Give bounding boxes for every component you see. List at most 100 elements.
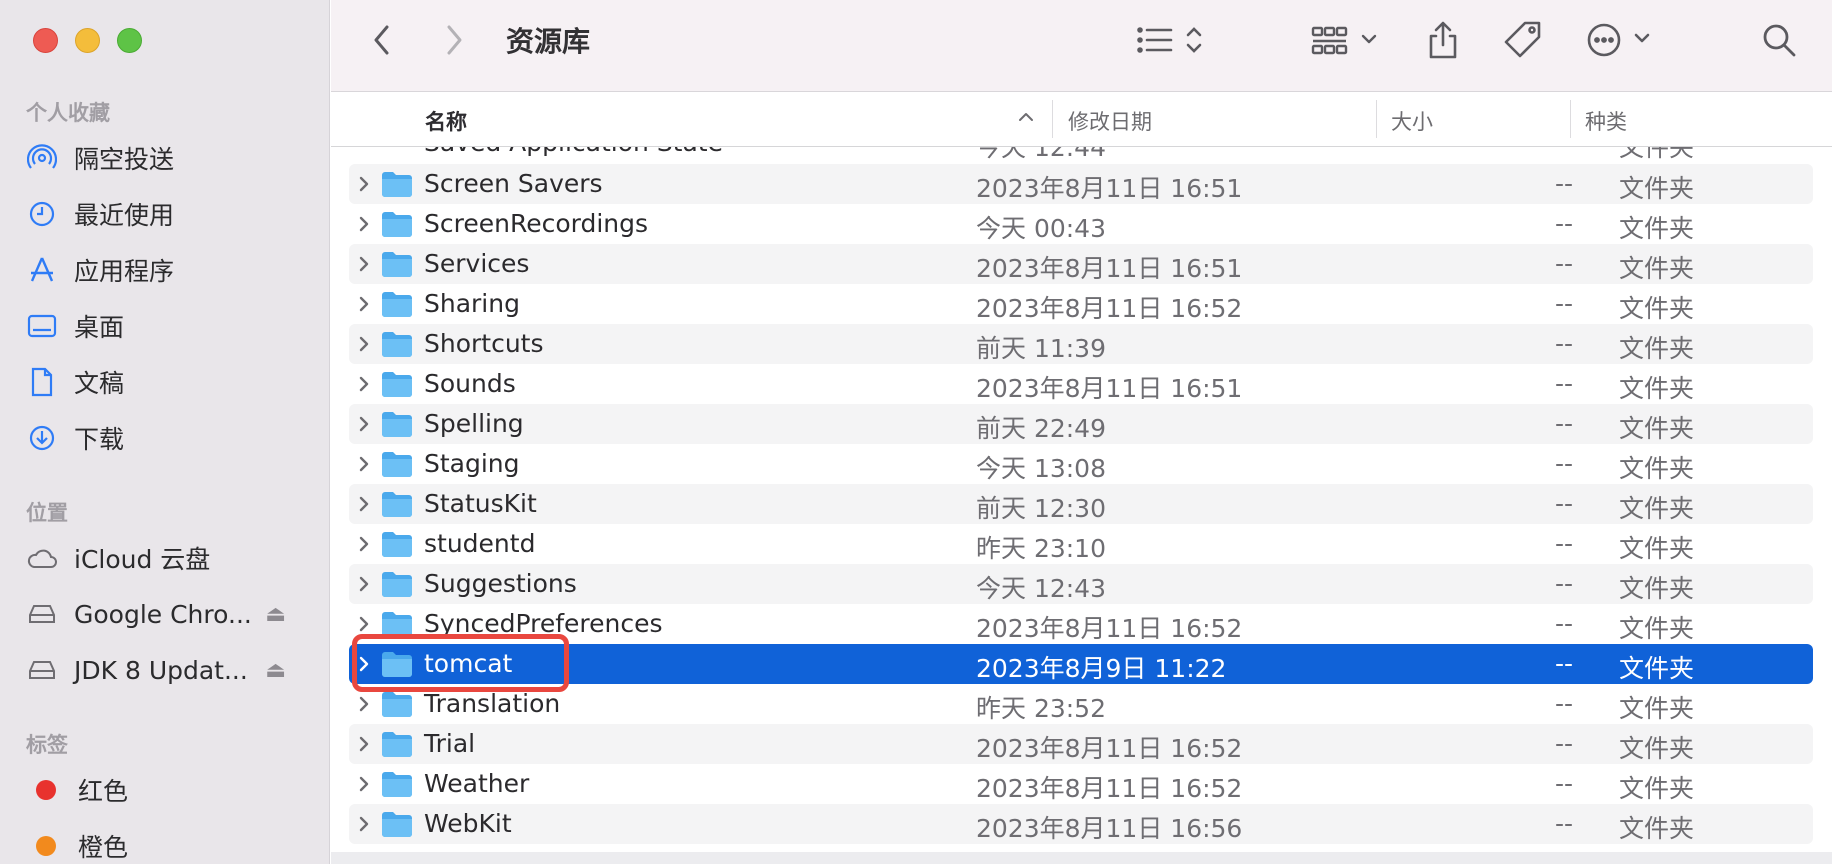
column-header-name[interactable]: 名称 bbox=[425, 106, 467, 136]
sidebar-item-documents[interactable]: 文稿 bbox=[26, 358, 316, 406]
sidebar-item-label: 隔空投送 bbox=[74, 145, 175, 174]
table-row[interactable]: Staging 今天 13:08 -- 文件夹 bbox=[349, 444, 1813, 484]
table-row[interactable]: Shortcuts 前天 11:39 -- 文件夹 bbox=[349, 324, 1813, 364]
column-header-modified[interactable]: 修改日期 bbox=[1068, 106, 1152, 136]
file-kind: 文件夹 bbox=[1619, 174, 1695, 203]
more-actions-button[interactable] bbox=[1586, 18, 1658, 62]
disclosure-chevron-icon[interactable] bbox=[357, 290, 375, 318]
disclosure-chevron-icon[interactable] bbox=[357, 210, 375, 238]
share-button[interactable] bbox=[1426, 18, 1460, 62]
column-divider[interactable] bbox=[1570, 100, 1571, 138]
disclosure-chevron-icon[interactable] bbox=[357, 450, 375, 478]
file-name: SyncedPreferences bbox=[424, 609, 663, 638]
table-row[interactable]: Sounds 2023年8月11日 16:51 -- 文件夹 bbox=[349, 364, 1813, 404]
search-button[interactable] bbox=[1761, 18, 1797, 62]
file-kind: 文件夹 bbox=[1619, 334, 1695, 363]
table-row[interactable]: Saved Application State 今天 12:44 文件夹 bbox=[349, 147, 1813, 163]
file-name: Translation bbox=[424, 689, 561, 718]
clock-icon bbox=[26, 198, 58, 230]
file-kind: 文件夹 bbox=[1619, 214, 1695, 243]
file-size: -- bbox=[1555, 809, 1574, 838]
table-row[interactable]: WebKit 2023年8月11日 16:56 -- 文件夹 bbox=[349, 804, 1813, 844]
folder-icon bbox=[381, 410, 413, 444]
table-row[interactable]: ScreenRecordings 今天 00:43 -- 文件夹 bbox=[349, 204, 1813, 244]
sidebar-item-tag-red[interactable]: 红色 bbox=[26, 766, 316, 814]
finder-window: 个人收藏 隔空投送 最近使用 应用程序 桌面 文稿 下载 位置 iCloud 云… bbox=[0, 0, 1832, 864]
file-date: 前天 12:30 bbox=[976, 494, 1106, 523]
sidebar-item-google-chrome-volume[interactable]: Google Chro... ⏏ bbox=[26, 590, 316, 638]
sidebar-item-downloads[interactable]: 下载 bbox=[26, 414, 316, 462]
disclosure-chevron-icon[interactable] bbox=[357, 770, 375, 798]
table-row[interactable]: Translation 昨天 23:52 -- 文件夹 bbox=[349, 684, 1813, 724]
sidebar-item-label: 文稿 bbox=[74, 369, 125, 398]
table-row[interactable]: Trial 2023年8月11日 16:52 -- 文件夹 bbox=[349, 724, 1813, 764]
group-by-button[interactable] bbox=[1311, 18, 1385, 62]
column-header-size[interactable]: 大小 bbox=[1391, 106, 1433, 136]
table-row[interactable]: Screen Savers 2023年8月11日 16:51 -- 文件夹 bbox=[349, 164, 1813, 204]
search-icon bbox=[1763, 24, 1796, 57]
sort-ascending-icon[interactable] bbox=[1017, 104, 1035, 133]
table-row[interactable]: Spelling 前天 22:49 -- 文件夹 bbox=[349, 404, 1813, 444]
table-row[interactable]: tomcat 2023年8月9日 11:22 -- 文件夹 bbox=[349, 644, 1813, 684]
table-row[interactable]: Suggestions 今天 12:43 -- 文件夹 bbox=[349, 564, 1813, 604]
folder-icon bbox=[381, 810, 413, 844]
disclosure-chevron-icon[interactable] bbox=[357, 410, 375, 438]
folder-icon bbox=[381, 210, 413, 244]
column-divider[interactable] bbox=[1376, 100, 1377, 138]
tag-button[interactable] bbox=[1503, 18, 1543, 62]
sidebar-item-label: 桌面 bbox=[74, 313, 125, 342]
eject-icon[interactable]: ⏏ bbox=[265, 602, 286, 627]
applications-icon bbox=[26, 254, 58, 286]
file-date: 昨天 23:10 bbox=[976, 534, 1106, 563]
sidebar-item-airdrop[interactable]: 隔空投送 bbox=[26, 134, 316, 182]
file-name: ScreenRecordings bbox=[424, 209, 649, 238]
disclosure-chevron-icon[interactable] bbox=[357, 330, 375, 358]
disclosure-chevron-icon[interactable] bbox=[357, 650, 375, 678]
sidebar-item-label: 应用程序 bbox=[74, 257, 175, 286]
table-row[interactable]: Services 2023年8月11日 16:51 -- 文件夹 bbox=[349, 244, 1813, 284]
disclosure-chevron-icon[interactable] bbox=[357, 530, 375, 558]
disclosure-chevron-icon[interactable] bbox=[357, 490, 375, 518]
sidebar-item-recents[interactable]: 最近使用 bbox=[26, 190, 316, 238]
disclosure-chevron-icon[interactable] bbox=[357, 610, 375, 638]
column-divider[interactable] bbox=[1052, 100, 1053, 138]
sidebar-item-applications[interactable]: 应用程序 bbox=[26, 246, 316, 294]
folder-icon bbox=[381, 450, 413, 484]
forward-button[interactable] bbox=[443, 18, 465, 62]
eject-icon[interactable]: ⏏ bbox=[265, 658, 286, 683]
back-button[interactable] bbox=[371, 18, 393, 62]
file-name: Trial bbox=[424, 729, 476, 758]
table-row[interactable]: studentd 昨天 23:10 -- 文件夹 bbox=[349, 524, 1813, 564]
zoom-button[interactable] bbox=[117, 28, 142, 53]
disclosure-chevron-icon[interactable] bbox=[357, 810, 375, 838]
disclosure-chevron-icon[interactable] bbox=[357, 570, 375, 598]
file-kind: 文件夹 bbox=[1619, 414, 1695, 443]
file-date: 2023年8月11日 16:52 bbox=[976, 294, 1243, 323]
table-row[interactable]: SyncedPreferences 2023年8月11日 16:52 -- 文件夹 bbox=[349, 604, 1813, 644]
disclosure-chevron-icon[interactable] bbox=[357, 250, 375, 278]
folder-icon bbox=[381, 690, 413, 724]
minimize-button[interactable] bbox=[75, 28, 100, 53]
file-kind: 文件夹 bbox=[1619, 254, 1695, 283]
window-title: 资源库 bbox=[506, 25, 591, 58]
file-size: -- bbox=[1555, 689, 1574, 718]
close-button[interactable] bbox=[33, 28, 58, 53]
table-row[interactable]: Sharing 2023年8月11日 16:52 -- 文件夹 bbox=[349, 284, 1813, 324]
file-size: -- bbox=[1555, 289, 1574, 318]
column-header-kind[interactable]: 种类 bbox=[1585, 106, 1627, 136]
folder-icon bbox=[381, 370, 413, 404]
folder-icon bbox=[381, 170, 413, 204]
disclosure-chevron-icon[interactable] bbox=[357, 170, 375, 198]
list-view-button[interactable] bbox=[1136, 18, 1210, 62]
disclosure-chevron-icon[interactable] bbox=[357, 730, 375, 758]
sidebar-item-jdk-volume[interactable]: JDK 8 Updat... ⏏ bbox=[26, 646, 316, 694]
table-row[interactable]: StatusKit 前天 12:30 -- 文件夹 bbox=[349, 484, 1813, 524]
file-date: 2023年8月11日 16:56 bbox=[976, 814, 1243, 843]
sidebar-item-icloud[interactable]: iCloud 云盘 bbox=[26, 534, 316, 582]
sidebar-item-tag-orange[interactable]: 橙色 bbox=[26, 822, 316, 864]
disclosure-chevron-icon[interactable] bbox=[357, 690, 375, 718]
toolbar: 资源库 bbox=[331, 0, 1832, 92]
disclosure-chevron-icon[interactable] bbox=[357, 370, 375, 398]
sidebar-item-desktop[interactable]: 桌面 bbox=[26, 302, 316, 350]
table-row[interactable]: Weather 2023年8月11日 16:52 -- 文件夹 bbox=[349, 764, 1813, 804]
